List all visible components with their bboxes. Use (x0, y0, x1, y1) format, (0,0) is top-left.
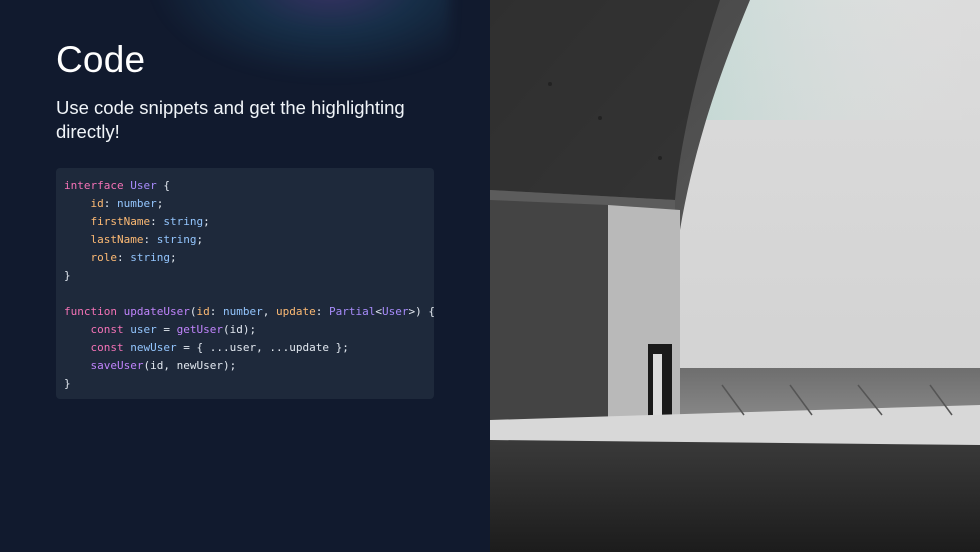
code-line: function updateUser(id: number, update: … (64, 305, 435, 318)
code-line: role: string; (90, 251, 177, 264)
code-line: const newUser = { ...user, ...update }; (90, 341, 349, 354)
code-line: saveUser(id, newUser); (90, 359, 237, 372)
slide-content: Code Use code snippets and get the highl… (56, 38, 436, 399)
hero-image (490, 0, 980, 552)
code-line: firstName: string; (90, 215, 210, 228)
slide-subtitle: Use code snippets and get the highlighti… (56, 97, 405, 142)
code-line: const user = getUser(id); (90, 323, 257, 336)
code-block: interface User { id: number; firstName: … (56, 168, 435, 399)
code-line: } (64, 377, 71, 390)
code-line: id: number; (90, 197, 164, 210)
code-line: interface User { (64, 179, 170, 192)
architecture-photo (490, 0, 980, 552)
code-line: } (64, 269, 71, 282)
slide-title: Code (56, 39, 146, 80)
slide: Code Use code snippets and get the highl… (0, 0, 980, 552)
content-panel: Code Use code snippets and get the highl… (0, 0, 490, 552)
code-line: lastName: string; (90, 233, 204, 246)
